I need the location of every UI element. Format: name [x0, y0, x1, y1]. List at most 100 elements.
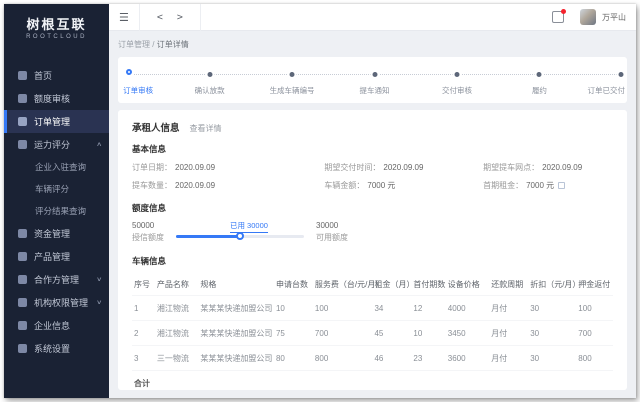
vehicle-info-title: 车辆信息	[132, 255, 613, 267]
table-row: 1 湘江物流 某某某快递加盟公司 10 100 34 12 4000 月付 30…	[132, 296, 613, 321]
sidebar-subitem-vehicle-score[interactable]: 车辆评分	[4, 178, 109, 200]
field-first-rent: 首期租金：7000 元	[483, 180, 613, 191]
quota-review-icon	[18, 94, 27, 103]
quota-section: 50000 授信额度 已用 30000 30000 可用额度	[132, 221, 613, 243]
partners-icon	[18, 275, 27, 284]
sidebar-item-label: 产品管理	[34, 250, 70, 263]
table-total-row: 合计	[132, 371, 613, 391]
avatar[interactable]	[580, 9, 596, 25]
order-icon	[18, 117, 27, 126]
brand-name-cn: 树根互联	[4, 14, 109, 33]
slider-fill	[176, 235, 240, 238]
step-label: 提车通知	[360, 85, 390, 96]
main-area: ☰ < > 万平山 订单管理 / 订单详情	[109, 4, 636, 398]
field-expected-delivery-time: 期望交付时间：2020.09.09	[324, 162, 483, 173]
topbar: ☰ < > 万平山	[109, 4, 636, 31]
sidebar-item-order-management[interactable]: 订单管理	[4, 110, 109, 133]
sidebar-item-label: 机构权限管理	[34, 296, 88, 309]
app-window: 树根互联 ROOTCLOUD 首页 额度审核 订单管理 运力评分 ∧ 企业入驻查…	[4, 4, 636, 398]
breadcrumb-parent[interactable]: 订单管理	[118, 40, 150, 49]
step-dot	[372, 72, 377, 77]
chevron-down-icon: ∨	[96, 299, 102, 306]
divider	[139, 4, 140, 31]
view-detail-link[interactable]: 查看详情	[190, 123, 222, 134]
available-quota-value: 30000	[316, 221, 348, 230]
step-dot	[454, 72, 459, 77]
sidebar: 树根互联 ROOTCLOUD 首页 额度审核 订单管理 运力评分 ∧ 企业入驻查…	[4, 4, 109, 398]
table-row: 3 三一物流 某某某快递加盟公司 80 800 46 23 3600 月付 30…	[132, 346, 613, 371]
quota-info-title: 额度信息	[132, 202, 613, 214]
sidebar-item-quota-review[interactable]: 额度审核	[4, 87, 109, 110]
sidebar-item-label: 企业信息	[34, 319, 70, 332]
field-vehicle-amount: 车辆金额：7000 元	[324, 180, 483, 191]
lessee-info-title: 承租人信息	[132, 120, 180, 134]
basic-info-fields: 订单日期：2020.09.09 期望交付时间：2020.09.09 期望提车网点…	[132, 162, 613, 191]
sidebar-item-label: 资金管理	[34, 227, 70, 240]
sidebar-subitem-onboarding-query[interactable]: 企业入驻查询	[4, 156, 109, 178]
sidebar-item-label: 额度审核	[34, 92, 70, 105]
user-name[interactable]: 万平山	[602, 12, 626, 23]
sidebar-item-label: 运力评分	[34, 138, 70, 151]
score-icon	[18, 140, 27, 149]
step-dot	[537, 72, 542, 77]
breadcrumb: 订单管理 / 订单详情	[118, 39, 627, 50]
sidebar-item-label: 订单管理	[34, 115, 70, 128]
field-pickup-quantity: 提车数量：2020.09.09	[132, 180, 324, 191]
quota-used-tooltip: 已用 30000	[230, 220, 268, 233]
sidebar-item-capacity-score[interactable]: 运力评分 ∧	[4, 133, 109, 156]
copy-icon[interactable]	[558, 182, 565, 189]
sidebar-item-home[interactable]: 首页	[4, 64, 109, 87]
slider-handle[interactable]	[236, 232, 244, 240]
home-icon	[18, 71, 27, 80]
step-label: 履约	[532, 85, 547, 96]
sidebar-item-label: 首页	[34, 69, 52, 82]
breadcrumb-separator: /	[152, 40, 154, 49]
vehicle-table: 序号 产品名称 规格 申请台数 服务费（台/元/月） 租金（月） 首付期数 设备…	[132, 274, 613, 390]
company-icon	[18, 321, 27, 330]
settings-icon	[18, 344, 27, 353]
permissions-icon	[18, 298, 27, 307]
sidebar-item-company-info[interactable]: 企业信息	[4, 314, 109, 337]
chevron-down-icon: ∨	[96, 276, 102, 283]
table-header-row: 序号 产品名称 规格 申请台数 服务费（台/元/月） 租金（月） 首付期数 设备…	[132, 274, 613, 296]
order-detail-card: 承租人信息 查看详情 基本信息 订单日期：2020.09.09 期望交付时间：2…	[118, 110, 627, 390]
breadcrumb-current: 订单详情	[157, 40, 189, 49]
sidebar-item-org-permissions[interactable]: 机构权限管理 ∨	[4, 291, 109, 314]
brand-logo: 树根互联 ROOTCLOUD	[4, 4, 109, 52]
products-icon	[18, 252, 27, 261]
total-label: 合计	[132, 371, 613, 391]
divider	[200, 4, 201, 31]
step-label: 确认放款	[195, 85, 225, 96]
sidebar-menu: 首页 额度审核 订单管理 运力评分 ∧ 企业入驻查询 车辆评分 评分结果查询 资…	[4, 64, 109, 360]
sidebar-item-products[interactable]: 产品管理	[4, 245, 109, 268]
credit-quota-label: 授信额度	[132, 232, 164, 243]
sidebar-subitem-score-result-query[interactable]: 评分结果查询	[4, 200, 109, 222]
sidebar-item-settings[interactable]: 系统设置	[4, 337, 109, 360]
forward-button[interactable]: >	[170, 12, 190, 23]
step-dot-active	[126, 69, 132, 75]
credit-quota-block: 50000 授信额度	[132, 221, 164, 243]
field-order-date: 订单日期：2020.09.09	[132, 162, 324, 173]
sidebar-item-funds[interactable]: 资金管理	[4, 222, 109, 245]
step-dot	[618, 72, 623, 77]
field-expected-pickup-site: 期望提车网点：2020.09.09	[483, 162, 613, 173]
step-label: 交付审核	[442, 85, 472, 96]
quota-slider: 已用 30000	[176, 233, 304, 239]
back-button[interactable]: <	[150, 12, 170, 23]
step-label: 生成车辆编号	[270, 85, 315, 96]
step-dot	[207, 72, 212, 77]
funds-icon	[18, 229, 27, 238]
available-quota-block: 30000 可用额度	[316, 221, 348, 243]
notification-icon[interactable]	[552, 11, 564, 23]
step-label: 订单审核	[123, 85, 153, 96]
sidebar-item-partners[interactable]: 合作方管理 ∨	[4, 268, 109, 291]
basic-info-title: 基本信息	[132, 143, 613, 155]
menu-toggle-icon[interactable]: ☰	[119, 11, 129, 24]
table-row: 2 湘江物流 某某某快递加盟公司 75 700 45 10 3450 月付 30…	[132, 321, 613, 346]
chevron-up-icon: ∧	[96, 141, 102, 148]
sidebar-item-label: 系统设置	[34, 342, 70, 355]
step-label: 订单已交付	[587, 85, 625, 96]
brand-name-en: ROOTCLOUD	[4, 34, 109, 40]
order-progress-stepper: 订单审核 确认放款 生成车辆编号 提车通知 交付审核 履约 订单已交付	[118, 57, 627, 103]
sidebar-item-label: 合作方管理	[34, 273, 79, 286]
